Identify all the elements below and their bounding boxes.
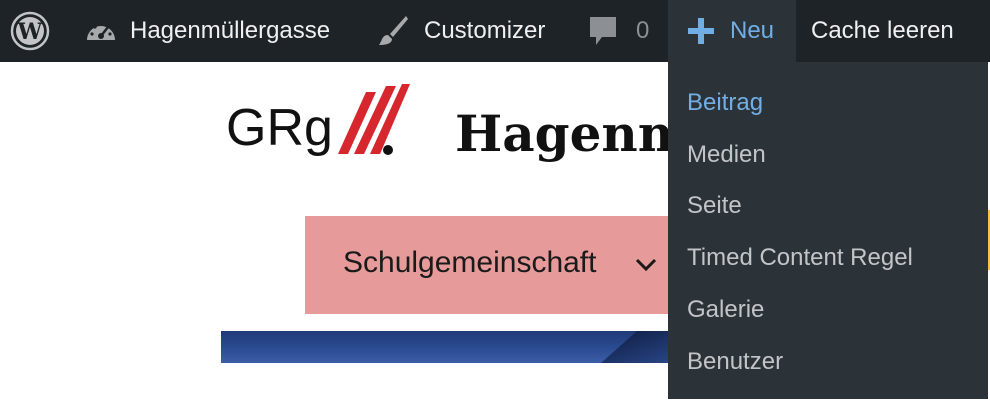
comment-bubble-icon (588, 15, 618, 47)
cache-clear-label: Cache leeren (811, 17, 954, 44)
nav-item-schulgemeinschaft[interactable]: Schulgemeinschaft (305, 216, 668, 314)
submenu-item-benutzer[interactable]: Benutzer (687, 348, 783, 376)
dashboard-gauge-icon (84, 16, 118, 46)
site-title[interactable]: Hagenm (455, 104, 691, 163)
hero-image (221, 331, 668, 363)
plus-icon (688, 18, 714, 44)
comments-link[interactable]: 0 (588, 0, 649, 62)
logo-text: GRg (226, 99, 333, 157)
site-logo[interactable]: GRg (226, 80, 416, 180)
new-content-submenu: Beitrag Medien Seite Timed Content Regel… (668, 62, 988, 399)
paintbrush-icon (376, 14, 410, 48)
customizer-label: Customizer (424, 17, 546, 44)
wordpress-logo-icon[interactable]: W (10, 0, 52, 62)
submenu-item-galerie[interactable]: Galerie (687, 296, 764, 324)
svg-text:W: W (17, 19, 43, 45)
submenu-item-medien[interactable]: Medien (687, 141, 766, 169)
submenu-item-timed-content-regel[interactable]: Timed Content Regel (687, 244, 913, 272)
new-content-button[interactable]: Neu (668, 0, 796, 62)
hero-image-shape (601, 331, 668, 363)
comments-count: 0 (636, 17, 650, 44)
submenu-item-beitrag[interactable]: Beitrag (687, 89, 763, 117)
chevron-down-icon (635, 258, 657, 277)
new-content-label: Neu (730, 17, 775, 44)
site-name-label: Hagenmüllergasse (130, 17, 331, 44)
admin-bar: W Hagenmüllergasse Customizer 0 Neu Cach… (0, 0, 990, 62)
cache-clear-button[interactable]: Cache leeren (796, 0, 990, 62)
customizer-link[interactable]: Customizer (376, 0, 545, 62)
site-name-link[interactable]: Hagenmüllergasse (84, 0, 330, 62)
submenu-item-seite[interactable]: Seite (687, 192, 742, 220)
nav-item-label: Schulgemeinschaft (343, 246, 597, 279)
